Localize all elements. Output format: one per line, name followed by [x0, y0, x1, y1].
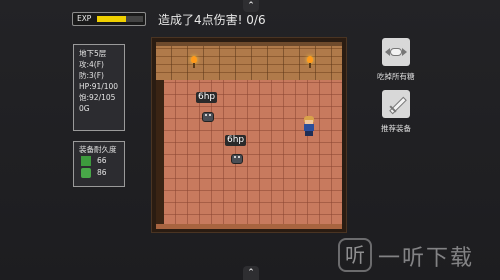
- torch-icon: [306, 56, 314, 68]
- defense-stat: 防:3(F): [79, 71, 104, 80]
- bottom-chevron-button[interactable]: ⌃: [243, 266, 259, 280]
- chevron-up-icon: ⌃: [247, 268, 255, 278]
- tile-floor: [164, 80, 342, 226]
- durability-panel: 装备耐久度 66 86: [73, 141, 125, 187]
- sword-icon: [81, 156, 91, 166]
- monster-hp-label: 6hp: [225, 135, 247, 146]
- candy-wrapper-right: [402, 48, 407, 56]
- eat-all-candy-label: 吃掉所有糖: [377, 72, 415, 81]
- candy-icon: [390, 48, 402, 56]
- weapon-durability: 66: [79, 155, 124, 167]
- monster-sprite[interactable]: [230, 152, 244, 164]
- exp-label: EXP: [77, 14, 92, 23]
- exp-fill: [97, 16, 126, 22]
- attack-stat: 攻:4(F): [79, 60, 104, 69]
- monster-sprite[interactable]: [201, 110, 215, 122]
- floor-level: 地下5层: [79, 49, 107, 58]
- armor-icon: [81, 168, 91, 178]
- wall-top-edge: [156, 42, 342, 46]
- monster-hp-label: 6hp: [196, 92, 218, 103]
- gold-stat: 0G: [79, 104, 90, 113]
- torch-icon: [190, 56, 198, 68]
- game-screen: ⌃ EXP 造成了4点伤害! 0/6 地下5层 攻:4(F) 防:3(F) HP…: [0, 0, 500, 280]
- battle-message: 造成了4点伤害! 0/6: [158, 13, 266, 27]
- stats-panel: 地下5层 攻:4(F) 防:3(F) HP:91/100 饱:92/105 0G: [73, 44, 125, 131]
- dungeon-map[interactable]: 6hp 6hp: [151, 37, 347, 233]
- hunger-stat: 饱:92/105: [79, 93, 116, 102]
- watermark-logo-icon: 听: [338, 238, 372, 272]
- eat-all-candy-button[interactable]: [382, 38, 410, 66]
- weapon-durability-value: 66: [97, 156, 107, 165]
- watermark-text: 一听下载: [378, 246, 475, 271]
- armor-durability-value: 86: [97, 168, 107, 177]
- recommend-equip-label: 推荐装备: [381, 124, 411, 133]
- floor-bottom-edge: [156, 224, 342, 229]
- hero-sprite: [302, 116, 316, 136]
- hp-stat: HP:91/100: [79, 82, 119, 91]
- recommend-equip-button[interactable]: [382, 90, 410, 118]
- chevron-up-icon: ⌃: [247, 1, 255, 11]
- exp-bar: EXP: [72, 12, 146, 26]
- brick-wall: [156, 42, 342, 80]
- left-wall-edge: [156, 80, 164, 226]
- durability-title: 装备耐久度: [79, 145, 117, 154]
- armor-durability: 86: [79, 167, 124, 179]
- exp-track: [97, 16, 143, 22]
